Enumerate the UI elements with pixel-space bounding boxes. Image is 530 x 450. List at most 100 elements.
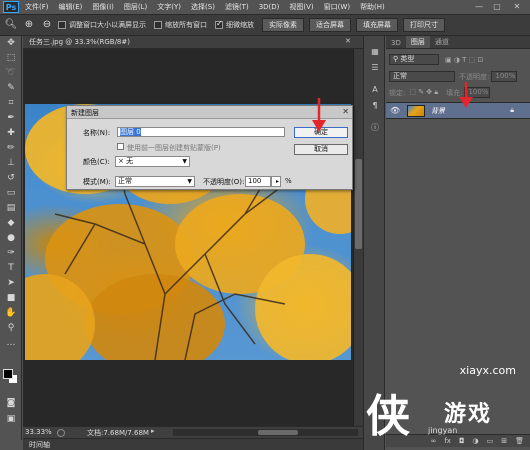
minimize-button[interactable]: — — [472, 1, 486, 12]
crop-tool-icon[interactable]: ⌗ — [0, 96, 22, 111]
quick-select-tool-icon[interactable]: ✎ — [0, 81, 22, 96]
close-window-button[interactable]: ✕ — [510, 1, 524, 12]
horizontal-scrollbar[interactable] — [173, 429, 358, 436]
marquee-tool-icon[interactable]: ⬚ — [0, 51, 22, 66]
clone-stamp-tool-icon[interactable]: ⊥ — [0, 156, 22, 171]
close-document-icon[interactable]: ✕ — [345, 37, 351, 45]
cancel-button[interactable]: 取消 — [294, 144, 348, 155]
character-panel-icon[interactable]: A — [364, 82, 386, 98]
type-tool-icon[interactable]: T — [0, 261, 22, 276]
horizontal-scroll-thumb[interactable] — [258, 430, 298, 435]
menu-help[interactable]: 帮助(H) — [360, 2, 385, 12]
checkbox-box[interactable] — [154, 21, 162, 29]
fill-field-value: 100% — [468, 88, 489, 96]
layer-name-input[interactable]: 图层 0 — [117, 127, 285, 137]
opacity-dropdown[interactable]: ▸ — [271, 176, 281, 187]
layer-filter-row: ⚲ 类型 ▣ ◑ T ⬚ ⊡ — [386, 52, 530, 67]
move-tool-icon[interactable]: ✥ — [0, 36, 22, 51]
properties-panel-icon[interactable]: ☰ — [364, 60, 386, 76]
zoom-all-windows-checkbox[interactable]: 缩放所有窗口 — [154, 20, 207, 30]
zoom-level[interactable]: 33.33% — [25, 428, 52, 436]
layer-kind-select[interactable]: ⚲ 类型 — [389, 54, 439, 65]
ok-button[interactable]: 确定 — [294, 127, 348, 138]
scrubby-zoom-checkbox[interactable]: 细微缩放 — [215, 19, 254, 30]
tab-channels[interactable]: 通道 — [430, 36, 454, 48]
mode-select[interactable]: 正常 ▼ — [115, 176, 195, 187]
dodge-tool-icon[interactable]: ● — [0, 231, 22, 246]
zoom-tool-icon[interactable]: ⚲ — [0, 321, 22, 336]
hand-tool-icon[interactable]: ✋ — [0, 306, 22, 321]
shape-tool-icon[interactable]: ■ — [0, 291, 22, 306]
dialog-close-icon[interactable]: ✕ — [342, 107, 349, 116]
eraser-tool-icon[interactable]: ▭ — [0, 186, 22, 201]
menu-view[interactable]: 视图(V) — [289, 2, 313, 12]
blend-mode-select[interactable]: 正常 — [389, 71, 455, 82]
options-bar: 🔍︎ ⊕ ⊖ 调整窗口大小以满屏显示 缩放所有窗口 细微缩放 实际像素 适合屏幕… — [0, 14, 530, 36]
pen-tool-icon[interactable]: ✑ — [0, 246, 22, 261]
opacity-input[interactable]: 100 — [245, 176, 271, 187]
status-icon[interactable] — [57, 429, 65, 437]
vertical-scroll-thumb[interactable] — [355, 159, 362, 249]
document-title: 任务三.jpg @ 33.3%(RGB/8#) — [29, 38, 130, 46]
lock-icons[interactable]: ⬚ ✎ ✥ 🔒︎ — [409, 88, 438, 97]
menu-file[interactable]: 文件(F) — [25, 2, 49, 12]
opacity-label: 不透明度: — [459, 72, 490, 81]
blend-row: 正常 不透明度: 100% — [386, 69, 530, 84]
menu-image[interactable]: 图像(I) — [92, 2, 114, 12]
status-arrow-icon[interactable]: ▸ — [151, 427, 155, 435]
status-bar: 33.33% 文档:7.68M/7.68M ▸ — [23, 426, 363, 438]
timeline-label: 时间轴 — [29, 441, 50, 449]
more-tools-icon[interactable]: … — [0, 336, 22, 351]
fill-screen-button[interactable]: 填充屏幕 — [356, 18, 398, 32]
menu-filter[interactable]: 滤镜(T) — [225, 2, 249, 12]
fit-screen-button[interactable]: 适合屏幕 — [309, 18, 351, 32]
zoom-out-icon[interactable]: ⊖ — [40, 18, 54, 32]
opacity-value: 100 — [248, 177, 262, 185]
foreground-color-swatch[interactable] — [3, 369, 13, 379]
tab-3d[interactable]: 3D — [386, 38, 406, 48]
screen-mode-icon[interactable]: ▣ — [0, 412, 22, 427]
blur-tool-icon[interactable]: ◆ — [0, 216, 22, 231]
search-icon: ⚲ — [393, 55, 399, 63]
restore-button[interactable]: ▢ — [490, 1, 504, 12]
brush-tool-icon[interactable]: ✏ — [0, 141, 22, 156]
checkbox-box[interactable] — [215, 19, 223, 29]
path-select-tool-icon[interactable]: ➤ — [0, 276, 22, 291]
info-panel-icon[interactable]: ⓘ — [364, 120, 386, 136]
document-tab[interactable]: 任务三.jpg @ 33.3%(RGB/8#) ✕ — [23, 36, 363, 49]
opacity-label: 不透明度(O): — [203, 178, 245, 186]
menu-select[interactable]: 选择(S) — [191, 2, 215, 12]
quick-mask-icon[interactable]: ◙ — [0, 396, 22, 411]
gradient-tool-icon[interactable]: ▤ — [0, 201, 22, 216]
layer-row-background[interactable]: 👁︎ 背景 🔒︎ — [386, 102, 530, 119]
lasso-tool-icon[interactable]: ➰ — [0, 66, 22, 81]
history-panel-icon[interactable]: ▦ — [364, 44, 386, 60]
resize-windows-checkbox[interactable]: 调整窗口大小以满屏显示 — [58, 20, 146, 30]
healing-brush-tool-icon[interactable]: ✚ — [0, 126, 22, 141]
fill-field[interactable]: 100% — [464, 87, 491, 98]
eyedropper-tool-icon[interactable]: ✒ — [0, 111, 22, 126]
menu-layer[interactable]: 图层(L) — [124, 2, 147, 12]
photoshop-logo: Ps — [3, 1, 19, 13]
tab-layers[interactable]: 图层 — [405, 36, 430, 48]
history-brush-tool-icon[interactable]: ↺ — [0, 171, 22, 186]
timeline-panel-tab[interactable]: 时间轴 — [23, 438, 363, 450]
zoom-tool-icon[interactable]: 🔍︎ — [4, 18, 18, 32]
clipping-mask-checkbox[interactable] — [117, 143, 124, 150]
paragraph-panel-icon[interactable]: ¶ — [364, 98, 386, 114]
menu-type[interactable]: 文字(Y) — [157, 2, 181, 12]
opacity-field-value: 100% — [495, 72, 516, 80]
menu-3d[interactable]: 3D(D) — [259, 3, 280, 11]
menu-window[interactable]: 窗口(W) — [324, 2, 350, 12]
new-layer-dialog: 新建图层 ✕ 名称(N): 图层 0 使用前一图层创建剪贴蒙版(P) 颜色(C)… — [66, 105, 353, 190]
mode-label: 模式(M): — [83, 178, 111, 186]
color-select[interactable]: × 无 ▼ — [115, 156, 190, 167]
visibility-eye-icon[interactable]: 👁︎ — [390, 106, 400, 115]
actual-pixels-button[interactable]: 实际像素 — [262, 18, 304, 32]
filter-icons[interactable]: ▣ ◑ T ⬚ ⊡ — [445, 56, 483, 64]
print-size-button[interactable]: 打印尺寸 — [403, 18, 445, 32]
zoom-in-icon[interactable]: ⊕ — [22, 18, 36, 32]
menu-edit[interactable]: 编辑(E) — [59, 2, 83, 12]
checkbox-box[interactable] — [58, 21, 66, 29]
opacity-field[interactable]: 100% — [491, 71, 518, 82]
